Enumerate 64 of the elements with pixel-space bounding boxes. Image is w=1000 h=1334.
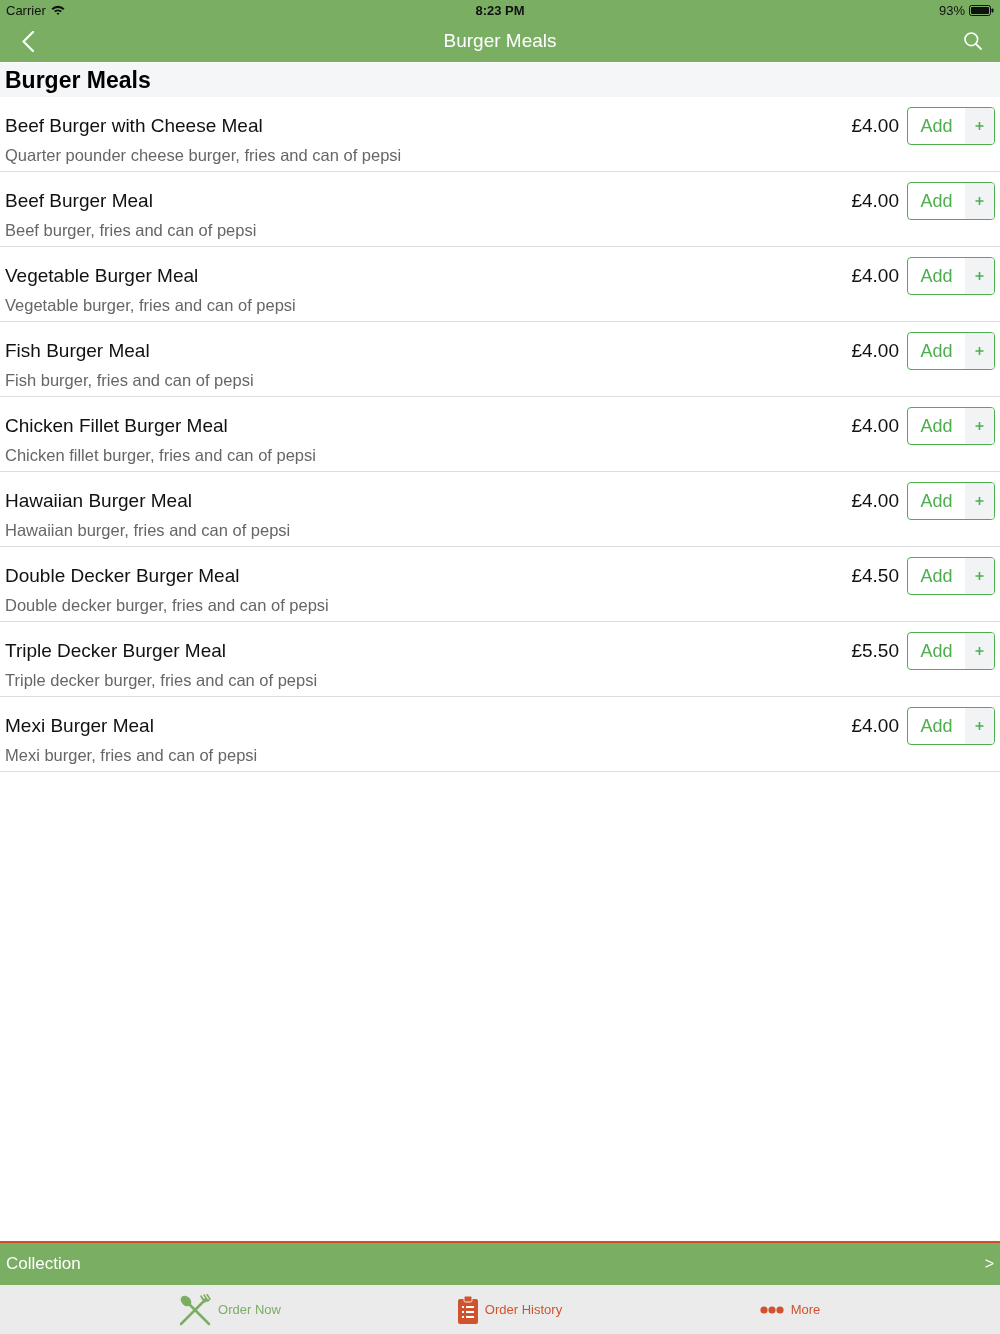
item-description: Fish burger, fries and can of pepsi (5, 370, 255, 390)
add-button[interactable]: Add (907, 557, 995, 595)
item-price: £4.50 (851, 564, 899, 588)
add-button[interactable]: Add (907, 257, 995, 295)
section-header: Burger Meals (0, 63, 1000, 97)
item-name: Vegetable Burger Meal (5, 264, 200, 288)
item-description: Double decker burger, fries and can of pepsi (5, 595, 330, 615)
back-chevron-icon (22, 30, 34, 52)
wifi-icon (50, 5, 65, 15)
item-description: Chicken fillet burger, fries and can of pepsi (5, 445, 317, 465)
item-price: £4.00 (851, 339, 899, 363)
add-button[interactable]: Add (907, 707, 995, 745)
item-price: £4.00 (851, 114, 899, 138)
item-name: Chicken Fillet Burger Meal (5, 414, 229, 438)
add-button[interactable]: Add (907, 182, 995, 220)
item-price: £5.50 (851, 639, 899, 663)
item-price: £4.00 (851, 489, 899, 513)
add-button[interactable]: Add (907, 632, 995, 670)
plus-icon (965, 558, 994, 594)
add-button[interactable]: Add (907, 482, 995, 520)
search-button[interactable] (964, 32, 982, 50)
plus-icon (965, 633, 994, 669)
item-description: Mexi burger, fries and can of pepsi (5, 745, 259, 765)
item-name: Mexi Burger Meal (5, 714, 155, 738)
arrow-text: > (984, 1255, 994, 1273)
tab-button[interactable]: More (650, 1285, 930, 1334)
battery-icon (969, 4, 994, 16)
item-description: Triple decker burger, fries and can of pepsi (5, 670, 319, 690)
plus-icon (965, 258, 994, 294)
plus-icon (965, 483, 994, 519)
three-dots-icon (759, 1305, 784, 1314)
item-name: Triple Decker Burger Meal (5, 639, 228, 663)
plus-icon (965, 408, 994, 444)
item-price: £4.00 (851, 714, 899, 738)
item-name: Hawaiian Burger Meal (5, 489, 193, 513)
item-name: Beef Burger with Cheese Meal (5, 114, 264, 138)
tab-button[interactable]: Order Now (90, 1285, 370, 1334)
add-button[interactable]: Add (907, 407, 995, 445)
plus-icon (965, 183, 994, 219)
search-icon (964, 32, 982, 50)
item-price: £4.00 (851, 264, 899, 288)
item-description: Vegetable burger, fries and can of pepsi (5, 295, 297, 315)
add-button[interactable]: Add (907, 332, 995, 370)
plus-icon (965, 708, 994, 744)
plus-icon (965, 108, 994, 144)
item-price: £4.00 (851, 189, 899, 213)
clipboard-icon (457, 1295, 478, 1324)
plus-icon (965, 333, 994, 369)
item-description: Quarter pounder cheese burger, fries and can of pepsi (5, 145, 403, 165)
nav-title: Burger Meals (442, 30, 558, 52)
item-name: Beef Burger Meal (5, 189, 154, 213)
item-description: Beef burger, fries and can of pepsi (5, 220, 258, 240)
carrier-text: Carrier (6, 2, 46, 18)
item-price: £4.00 (851, 414, 899, 438)
item-name: Double Decker Burger Meal (5, 564, 241, 588)
add-button[interactable]: Add (907, 107, 995, 145)
battery-percentage: 93% (938, 2, 965, 18)
crossed-fork-and-spoon-icon (179, 1293, 212, 1326)
tab-button[interactable]: Order History (370, 1285, 650, 1334)
item-description: Hawaiian burger, fries and can of pepsi (5, 520, 292, 540)
back-button[interactable] (22, 30, 34, 52)
collection-bar[interactable]: Collection > (0, 1241, 1000, 1285)
clock-time: 8:23 PM (475, 2, 525, 18)
item-name: Fish Burger Meal (5, 339, 151, 363)
